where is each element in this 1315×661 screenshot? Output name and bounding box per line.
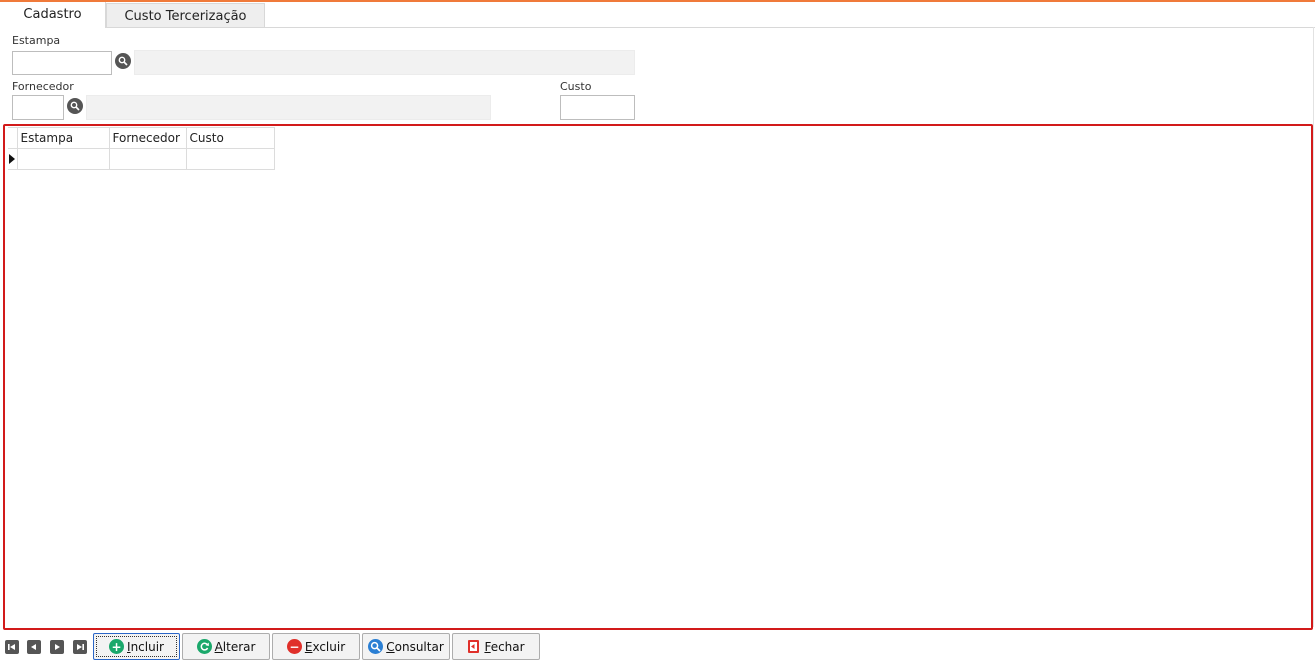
estampa-label: Estampa (12, 34, 61, 47)
estampa-input[interactable] (12, 51, 112, 75)
search-icon (118, 56, 128, 66)
grid-header-custo[interactable]: Custo (185, 127, 275, 149)
consultar-button[interactable]: Consultar (362, 633, 450, 660)
consultar-label: Consultar (386, 639, 444, 654)
custo-input[interactable] (560, 95, 635, 120)
alterar-label: Alterar (214, 639, 256, 654)
previous-record-button[interactable] (27, 640, 41, 654)
last-icon (77, 644, 84, 650)
records-grid[interactable]: Estampa Fornecedor Custo (3, 124, 1313, 630)
grid-header-estampa[interactable]: Estampa (16, 127, 110, 149)
grid-indicator-header (8, 127, 18, 149)
grid-header-fornecedor[interactable]: Fornecedor (108, 127, 187, 149)
fornecedor-input[interactable] (12, 95, 64, 120)
next-record-button[interactable] (50, 640, 64, 654)
excluir-label: Excluir (304, 639, 346, 654)
row-indicator (8, 148, 18, 170)
table-row[interactable] (8, 148, 275, 170)
tab-strip: Cadastro Custo Tercerização (0, 2, 1315, 28)
first-icon (8, 644, 15, 650)
estampa-description (134, 50, 635, 75)
cell-custo[interactable] (185, 148, 275, 170)
estampa-search-button[interactable] (115, 53, 131, 69)
incluir-label: Incluir (127, 639, 164, 654)
fornecedor-description (86, 95, 491, 120)
excluir-button[interactable]: − Excluir (272, 633, 360, 660)
custo-label: Custo (560, 80, 592, 93)
panel-right-edge (1313, 27, 1314, 627)
cell-fornecedor[interactable] (108, 148, 187, 170)
previous-icon (31, 644, 36, 650)
incluir-button[interactable]: + Incluir (93, 633, 180, 660)
search-icon (368, 639, 384, 654)
fornecedor-label: Fornecedor (12, 80, 74, 93)
first-record-button[interactable] (5, 640, 19, 654)
exit-icon (467, 639, 481, 654)
remove-icon: − (286, 639, 302, 654)
alterar-button[interactable]: Alterar (182, 633, 270, 660)
fechar-button[interactable]: Fechar (452, 633, 540, 660)
cell-estampa[interactable] (16, 148, 110, 170)
fornecedor-search-button[interactable] (67, 98, 83, 114)
grid-table: Estampa Fornecedor Custo (8, 127, 275, 170)
add-icon: + (109, 639, 125, 654)
last-record-button[interactable] (73, 640, 87, 654)
refresh-icon (196, 639, 212, 654)
next-icon (55, 644, 60, 650)
current-row-arrow-icon (9, 154, 15, 164)
tab-cadastro[interactable]: Cadastro (0, 2, 106, 28)
fechar-label: Fechar (484, 639, 525, 654)
search-icon (70, 101, 80, 111)
tab-custo-tercerizacao[interactable]: Custo Tercerização (106, 3, 265, 27)
